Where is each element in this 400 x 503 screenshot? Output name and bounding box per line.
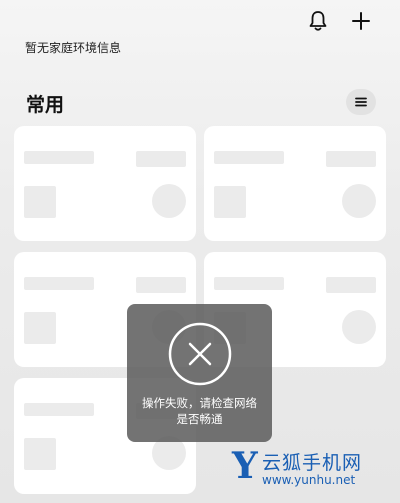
list-icon <box>355 97 367 107</box>
home-info-text[interactable]: 暂无家庭环境信息 <box>25 39 121 56</box>
skeleton-circle <box>152 184 186 218</box>
section-menu-button[interactable] <box>346 89 376 115</box>
skeleton-square <box>24 186 56 218</box>
watermark-url: www.yunhu.net <box>262 473 356 487</box>
watermark-letter: Y <box>232 445 258 487</box>
skeleton-circle <box>342 184 376 218</box>
skeleton-bar <box>214 277 284 290</box>
skeleton-square <box>24 438 56 470</box>
skeleton-bar <box>24 151 94 164</box>
watermark-name: 云狐手机网 <box>262 452 363 474</box>
skeleton-bar <box>24 277 94 290</box>
plus-icon <box>352 12 370 30</box>
add-button[interactable] <box>348 8 374 34</box>
skeleton-circle <box>342 310 376 344</box>
skeleton-bar <box>136 151 186 167</box>
notification-button[interactable] <box>305 8 331 34</box>
skeleton-bar <box>326 151 376 167</box>
skeleton-bar <box>214 151 284 164</box>
toast-message: 操作失败，请检查网络是否畅通 <box>142 396 257 426</box>
error-toast: 操作失败，请检查网络是否畅通 <box>127 304 272 442</box>
skeleton-bar <box>326 277 376 293</box>
skeleton-square <box>24 312 56 344</box>
device-card-placeholder[interactable] <box>14 126 196 241</box>
skeleton-square <box>214 186 246 218</box>
section-title: 常用 <box>26 94 65 116</box>
device-card-placeholder[interactable] <box>204 126 386 241</box>
skeleton-bar <box>24 403 94 416</box>
close-circle-icon <box>168 322 231 386</box>
watermark-logo: Y 云狐手机网 www.yunhu.net <box>232 446 392 496</box>
skeleton-bar <box>136 277 186 293</box>
top-bar <box>0 0 400 40</box>
bell-icon <box>309 11 327 31</box>
